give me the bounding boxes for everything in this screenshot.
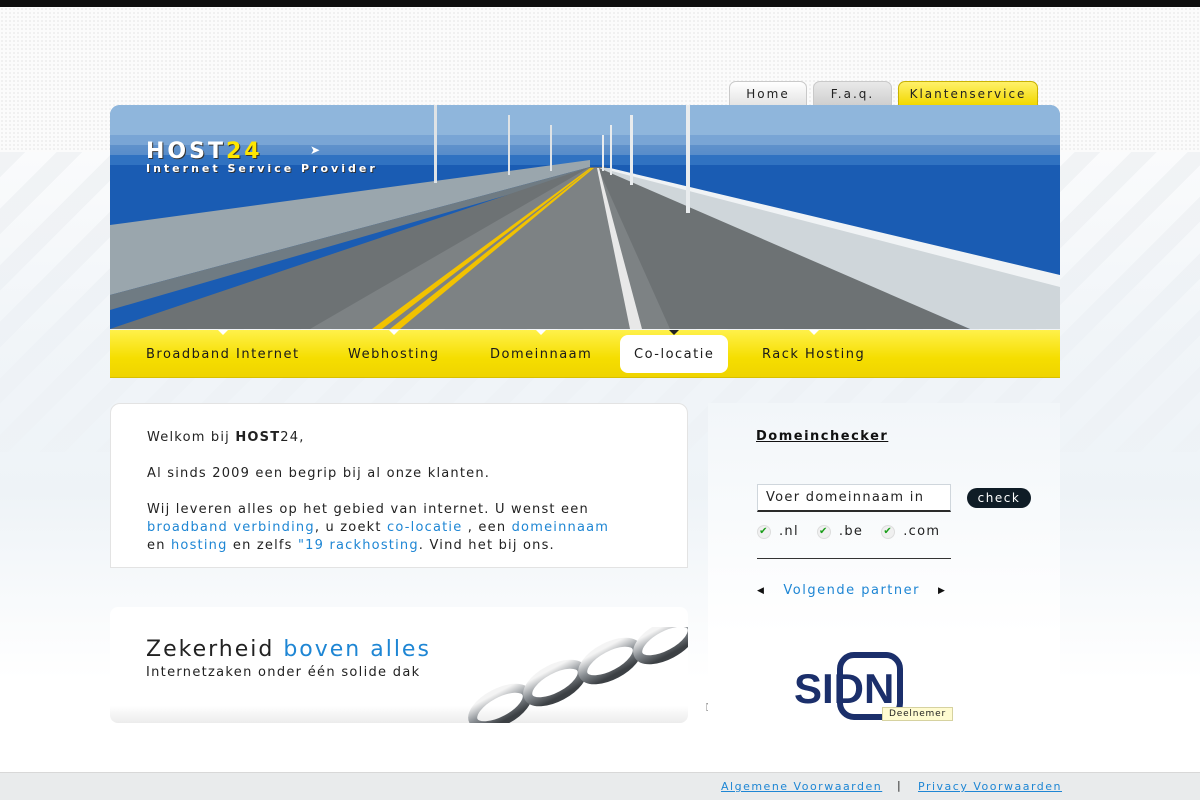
tab-faq[interactable]: F.a.q. bbox=[813, 81, 892, 105]
sidebar: Domeinchecker check ✔ .nl ✔ .be ✔ .com ◀… bbox=[708, 403, 1060, 733]
extension-nl[interactable]: ✔ .nl bbox=[757, 524, 799, 539]
nav-label: Webhosting bbox=[348, 346, 440, 362]
chain-icon bbox=[468, 627, 688, 723]
domain-input[interactable] bbox=[757, 484, 951, 512]
link-hosting[interactable]: hosting bbox=[171, 538, 228, 553]
nav-item-colocatie[interactable]: Co-locatie bbox=[620, 330, 729, 373]
nav-label: Domeinnaam bbox=[490, 346, 593, 362]
terms-link[interactable]: Algemene Voorwaarden bbox=[721, 780, 882, 793]
tab-klantenservice[interactable]: Klantenservice bbox=[898, 81, 1038, 105]
link-broadband[interactable]: broadband verbinding bbox=[147, 520, 315, 535]
svg-text:SIDN: SIDN bbox=[794, 665, 894, 712]
arrow-right-icon[interactable]: ▶ bbox=[938, 586, 946, 596]
link-rackhosting[interactable]: "19 rackhosting bbox=[298, 538, 419, 553]
notch-icon bbox=[536, 330, 547, 335]
notch-icon bbox=[808, 330, 819, 335]
top-tabs: Home F.a.q. Klantenservice bbox=[729, 81, 1038, 105]
sidn-badge: Deelnemer bbox=[882, 707, 953, 721]
logo-title: HOST24 bbox=[146, 139, 263, 164]
sidn-logo[interactable]: SIDN Deelnemer bbox=[792, 651, 953, 727]
welcome-intro: Wij leveren alles op het gebied van inte… bbox=[147, 502, 610, 553]
site-logo[interactable]: HOST24 Internet Service Provider ➤ bbox=[146, 139, 378, 175]
welcome-card: Welkom bij HOST24, Al sinds 2009 een beg… bbox=[110, 403, 688, 568]
logo-number: 24 bbox=[225, 139, 263, 164]
next-partner-link[interactable]: Volgende partner bbox=[783, 583, 920, 598]
nav-label: Rack Hosting bbox=[762, 346, 866, 362]
promo-subtitle: Internetzaken onder één solide dak bbox=[146, 665, 421, 680]
extension-be[interactable]: ✔ .be bbox=[816, 524, 863, 539]
tab-home[interactable]: Home bbox=[729, 81, 807, 105]
extension-com[interactable]: ✔ .com bbox=[881, 524, 940, 539]
partner-navigation: ◀ Volgende partner ▶ bbox=[757, 583, 946, 598]
top-bar bbox=[0, 0, 1200, 7]
checkmark-icon: ✔ bbox=[816, 524, 831, 539]
notch-icon bbox=[217, 330, 228, 335]
cursor-icon: ➤ bbox=[310, 143, 321, 157]
link-colocatie[interactable]: co-locatie bbox=[387, 520, 462, 535]
checkmark-icon: ✔ bbox=[881, 524, 896, 539]
extension-options: ✔ .nl ✔ .be ✔ .com bbox=[757, 524, 940, 539]
header-banner: HOST24 Internet Service Provider ➤ bbox=[110, 105, 1060, 329]
nav-label: Co-locatie bbox=[634, 346, 715, 362]
promo-banner: Zekerheid boven alles Internetzaken onde… bbox=[110, 607, 688, 723]
footer-separator: | bbox=[897, 779, 903, 792]
domeinchecker-title: Domeinchecker bbox=[756, 429, 889, 444]
nav-item-broadband[interactable]: Broadband Internet bbox=[146, 330, 300, 378]
logo-tagline: Internet Service Provider bbox=[146, 162, 378, 175]
nav-label: Broadband Internet bbox=[146, 346, 300, 362]
welcome-greeting: Welkom bij HOST24, bbox=[147, 430, 305, 445]
nav-item-rack-hosting[interactable]: Rack Hosting bbox=[762, 330, 865, 378]
promo-title: Zekerheid boven alles bbox=[146, 637, 431, 662]
notch-icon bbox=[388, 330, 399, 335]
checkmark-icon: ✔ bbox=[757, 524, 771, 539]
privacy-link[interactable]: Privacy Voorwaarden bbox=[918, 780, 1062, 793]
nav-item-webhosting[interactable]: Webhosting bbox=[348, 330, 440, 378]
footer: Algemene Voorwaarden | Privacy Voorwaard… bbox=[0, 772, 1200, 800]
nav-item-domeinnaam[interactable]: Domeinnaam bbox=[490, 330, 592, 378]
main-nav: Broadband Internet Webhosting Domeinnaam… bbox=[110, 330, 1060, 716]
divider bbox=[757, 558, 951, 559]
welcome-since: Al sinds 2009 een begrip bij al onze kla… bbox=[147, 466, 491, 481]
arrow-left-icon[interactable]: ◀ bbox=[757, 586, 765, 596]
check-button[interactable]: check bbox=[967, 488, 1031, 508]
link-domeinnaam[interactable]: domeinnaam bbox=[512, 520, 610, 535]
notch-icon bbox=[669, 330, 680, 335]
